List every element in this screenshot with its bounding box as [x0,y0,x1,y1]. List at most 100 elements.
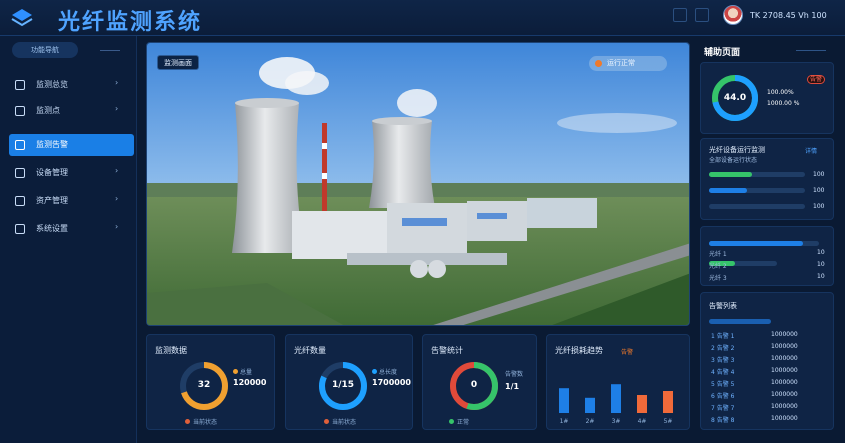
chevron-icon: › [115,104,119,113]
hero-tag: 监测画面 [157,55,199,70]
sidebar-item-3[interactable]: 设备管理 › [9,162,134,184]
sidebar-item-5[interactable]: 系统设置 › [9,218,134,240]
sidebar-item-1[interactable]: 监测点 › [9,100,134,122]
panel-title: 告警列表 [709,302,737,310]
fiber-label: 光纤 3 [709,275,727,282]
legend-dot-icon [324,419,329,424]
list-item-value: 1000000 [771,415,798,422]
progress-fill [709,188,748,193]
list-header-bar [709,319,771,324]
donut-stat-2: 1000.00 % [767,100,800,107]
card-fiber-count: 光纤数量 1/15 总长度 1700000 当前状态 [285,334,413,430]
alarm-icon [15,140,25,150]
stat-label: 总长度 [379,369,398,376]
list-item-value: 1000000 [771,355,798,362]
donut-stat-1: 100.00% [767,89,794,96]
legend-label: 当前状态 [332,419,357,426]
asset-icon [15,196,25,206]
sidebar-item-label: 监测总览 [36,80,68,89]
list-item[interactable]: 4 告警 4 [711,367,734,376]
sidebar-item-label: 设备管理 [36,168,68,177]
power-plant-illustration [147,43,689,325]
card-monitor-data: 监测数据 32 总量 120000 当前状态 [146,334,275,430]
bar-label-0: 1# [560,418,569,425]
list-item[interactable]: 7 告警 7 [711,403,734,412]
dashboard-icon [15,80,25,90]
fullscreen-icon[interactable] [673,8,687,22]
list-item[interactable]: 6 告警 6 [711,391,734,400]
list-item-value: 1000000 [771,331,798,338]
legend-label: 当前状态 [193,419,218,426]
sidebar-item-2[interactable]: 监测告警 [9,134,134,156]
bar-label-3: 4# [638,418,647,425]
fiber-label: 光纤 2 [709,263,727,270]
sidebar-divider [100,50,120,51]
bar-2 [611,384,621,413]
sidebar-item-4[interactable]: 资产管理 › [9,190,134,212]
right-fiber-panel: 光纤 1 10 光纤 2 10 光纤 3 10 [700,226,834,286]
progress-bar [709,204,805,209]
stat-label: 告警数 [505,371,524,378]
card-loss-trend: 光纤损耗趋势 告警 1# 2# 3# 4# 5# [546,334,690,430]
list-item-value: 1000000 [771,391,798,398]
bar-0 [559,388,569,413]
logo-icon [11,9,33,27]
sidebar-item-0[interactable]: 监测总览 › [9,74,134,96]
hero-image: 监测画面 运行正常 [146,42,690,326]
donut-center-value: 32 [197,380,211,390]
legend-label: 正常 [457,419,470,426]
list-item[interactable]: 1 告警 1 [711,331,734,340]
sidebar-search-button[interactable]: 功能导航 [12,42,78,58]
list-item-value: 1000000 [771,343,798,350]
top-bar: 光纤监测系统 TK 2708.45 Vh 100 [0,0,845,36]
list-item[interactable]: 2 告警 2 [711,343,734,352]
list-item-value: 1000000 [771,367,798,374]
user-info[interactable]: TK 2708.45 Vh 100 [750,11,827,20]
card-title: 监测数据 [155,346,187,355]
progress-bar [709,188,805,193]
card-title: 光纤数量 [294,346,326,355]
bar-label-1: 2# [586,418,595,425]
panel-title: 光纤设备运行监测 [709,146,765,154]
legend-dot-icon [449,419,454,424]
card-title: 光纤损耗趋势 [555,346,603,355]
fiber-value: 10 [817,273,825,280]
progress-bar [709,241,819,246]
list-item[interactable]: 3 告警 3 [711,355,734,364]
card-alarm-stats: 告警统计 0 告警数 1/1 正常 [422,334,537,430]
sidebar-item-label: 监测告警 [36,140,68,149]
progress-bar [709,172,805,177]
list-item[interactable]: 8 告警 8 [711,415,734,424]
app-title: 光纤监测系统 [58,10,203,35]
bar-1 [585,397,595,413]
sidebar-item-label: 监测点 [36,106,60,115]
fiber-value: 10 [817,249,825,256]
avatar[interactable] [723,5,743,25]
stat-value: 1/1 [505,382,520,391]
legend-dot-icon [233,369,238,374]
donut-center-value: 44.0 [723,93,747,103]
alert-badge[interactable]: 告警 [807,75,825,84]
stat-value: 1700000 [372,378,411,387]
settings-icon [15,224,25,234]
progress-value: 100 [813,171,825,178]
sidebar-item-label: 资产管理 [36,196,68,205]
chevron-icon: › [115,78,119,87]
progress-fill [709,241,803,246]
details-link[interactable]: 详情 [805,146,817,155]
bar-label-2: 3# [612,418,621,425]
stat-value: 120000 [233,378,267,387]
right-donut-panel: 44.0 100.00% 1000.00 % 告警 [700,62,834,134]
stat-label: 总量 [240,369,253,376]
list-item[interactable]: 5 告警 5 [711,379,734,388]
trend-badge: 告警 [621,349,634,356]
list-item-value: 1000000 [771,403,798,410]
status-dot-icon [595,60,602,67]
progress-value: 100 [813,187,825,194]
legend-dot-icon [372,369,377,374]
progress-value: 100 [813,203,825,210]
monitor-icon [15,106,25,116]
bar-chart: 1# 2# 3# 4# 5# [559,384,673,425]
notification-icon[interactable] [695,8,709,22]
right-alarm-list: 告警列表 1 告警 1 1000000 2 告警 2 1000000 3 告警 3 100… [700,292,834,430]
